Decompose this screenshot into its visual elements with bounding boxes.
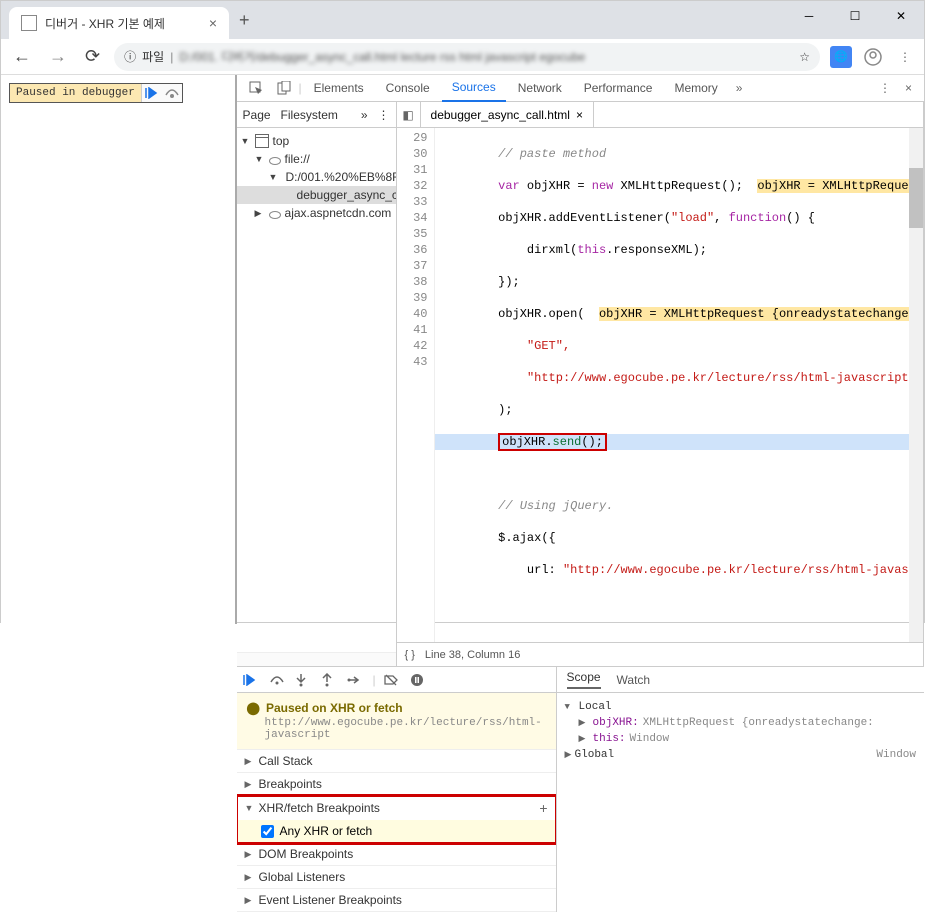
code-editor: ◧ debugger_async_call.html × 29303132333…: [397, 102, 924, 666]
tree-folder[interactable]: ▼D:/001.%20%EB%8F%: [237, 168, 396, 186]
callstack-section[interactable]: ▶Call Stack: [237, 750, 556, 772]
tab-console[interactable]: Console: [376, 75, 440, 101]
step-out-icon[interactable]: [321, 673, 339, 687]
tree-current-file[interactable]: debugger_async_ca: [237, 186, 396, 204]
scope-objxhr[interactable]: ▶objXHR: XMLHttpRequest {onreadystatecha…: [565, 715, 916, 731]
inspect-icon[interactable]: [243, 77, 269, 99]
more-tabs-icon[interactable]: »: [730, 77, 749, 99]
file-nav-icon[interactable]: ◧: [397, 102, 421, 127]
devtools-tabbar: | Elements Console Sources Network Perfo…: [237, 75, 924, 102]
debugger-toolbar: |: [237, 667, 556, 693]
page-tab[interactable]: Page: [243, 108, 271, 122]
step-over-button[interactable]: [162, 84, 182, 102]
tab-close-icon[interactable]: ×: [209, 15, 217, 31]
window-titlebar: 디버거 - XHR 기본 예제 × + ─ ☐ ✕: [1, 1, 924, 39]
tab-memory[interactable]: Memory: [664, 75, 727, 101]
step-icon[interactable]: [347, 674, 365, 686]
xhr-breakpoints-section: ▼XHR/fetch Breakpoints+ Any XHR or fetch: [237, 796, 556, 843]
file-close-icon[interactable]: ×: [576, 108, 583, 122]
code-scrollbar[interactable]: [909, 128, 923, 642]
debugger-sidebar: | ⬤Paused on XHR or fetch http://www.ego…: [237, 667, 557, 912]
open-file-tab[interactable]: debugger_async_call.html ×: [421, 102, 594, 127]
filesystem-tab[interactable]: Filesystem: [281, 108, 338, 122]
profile-icon[interactable]: [862, 46, 884, 68]
url-field[interactable]: ⓘ 파일 | D:/001. 디버거/debugger_async_call.h…: [114, 43, 820, 71]
page-icon: [21, 15, 37, 31]
tree-top[interactable]: ▼top: [237, 132, 396, 150]
paused-label: Paused in debugger: [10, 85, 141, 101]
step-over-icon[interactable]: [269, 674, 287, 686]
nav-menu-icon[interactable]: ⋮: [378, 108, 390, 122]
maximize-button[interactable]: ☐: [832, 1, 878, 31]
url-prefix: 파일: [142, 48, 164, 65]
tab-performance[interactable]: Performance: [574, 75, 663, 101]
pause-url: http://www.egocube.pe.kr/lecture/rss/htm…: [265, 717, 546, 741]
breakpoints-section[interactable]: ▶Breakpoints: [237, 773, 556, 795]
info-warn-icon: ⬤: [247, 701, 260, 715]
star-icon[interactable]: ☆: [799, 50, 810, 64]
tab-sources[interactable]: Sources: [442, 74, 506, 102]
tree-cdn[interactable]: ▶ajax.aspnetcdn.com: [237, 204, 396, 222]
new-tab-button[interactable]: +: [239, 10, 250, 31]
step-into-icon[interactable]: [295, 673, 313, 687]
cursor-position: Line 38, Column 16: [425, 649, 520, 661]
page-content: Paused in debugger: [1, 75, 236, 624]
devtools-panel: | Elements Console Sources Network Perfo…: [236, 75, 924, 624]
devtools-menu-icon[interactable]: ⋮: [873, 77, 897, 99]
devtools-close-icon[interactable]: ×: [899, 77, 918, 99]
minimize-button[interactable]: ─: [786, 1, 832, 31]
sources-sidebar: Page Filesystem » ⋮ ▼top ▼file:// ▼D:/00…: [237, 102, 397, 666]
global-listeners-section[interactable]: ▶Global Listeners: [237, 866, 556, 888]
url-text: D:/001. 디버거/debugger_async_call.html lec…: [179, 48, 793, 65]
window-controls: ─ ☐ ✕: [786, 1, 924, 31]
close-button[interactable]: ✕: [878, 1, 924, 31]
tab-elements[interactable]: Elements: [304, 75, 374, 101]
info-icon[interactable]: ⓘ: [124, 48, 136, 65]
scope-this[interactable]: ▶this: Window: [565, 731, 916, 747]
file-tree: ▼top ▼file:// ▼D:/001.%20%EB%8F% debugge…: [237, 128, 396, 652]
code-statusbar: { } Line 38, Column 16: [397, 642, 923, 666]
code-content[interactable]: // paste method var objXHR = new XMLHttp…: [435, 128, 923, 642]
deactivate-breakpoints-icon[interactable]: [384, 674, 402, 686]
open-file-name: debugger_async_call.html: [431, 108, 570, 122]
scope-global[interactable]: ▶GlobalWindow: [565, 747, 916, 763]
format-icon[interactable]: { }: [405, 649, 415, 661]
scope-local[interactable]: ▼Local: [565, 699, 916, 715]
any-xhr-label: Any XHR or fetch: [280, 824, 373, 838]
browser-tab[interactable]: 디버거 - XHR 기본 예제 ×: [9, 7, 229, 39]
tab-network[interactable]: Network: [508, 75, 572, 101]
forward-button[interactable]: →: [45, 46, 71, 67]
dom-breakpoints-section[interactable]: ▶DOM Breakpoints: [237, 843, 556, 865]
menu-icon[interactable]: ⋮: [894, 46, 916, 68]
resume-button[interactable]: [142, 84, 162, 102]
paused-debugger-overlay: Paused in debugger: [9, 83, 183, 103]
resume-icon[interactable]: [243, 674, 261, 686]
tab-title: 디버거 - XHR 기본 예제: [45, 15, 165, 32]
line-gutter: 293031323334353637383940414243: [397, 128, 435, 642]
tree-scheme[interactable]: ▼file://: [237, 150, 396, 168]
pause-exceptions-icon[interactable]: [410, 673, 428, 687]
any-xhr-checkbox[interactable]: [261, 825, 274, 838]
xhr-breakpoints-header[interactable]: ▼XHR/fetch Breakpoints+: [237, 796, 556, 820]
watch-tab[interactable]: Watch: [617, 673, 651, 687]
device-icon[interactable]: [271, 77, 297, 99]
pause-message: ⬤Paused on XHR or fetch http://www.egocu…: [237, 693, 556, 750]
more-nav-icon[interactable]: »: [361, 108, 368, 122]
add-xhr-breakpoint-icon[interactable]: +: [539, 800, 547, 816]
address-bar: ← → ⟳ ⓘ 파일 | D:/001. 디버거/debugger_async_…: [1, 39, 924, 75]
scope-tab[interactable]: Scope: [567, 670, 601, 689]
back-button[interactable]: ←: [9, 46, 35, 67]
sidebar-scroll[interactable]: [237, 652, 396, 666]
reload-button[interactable]: ⟳: [81, 46, 104, 67]
event-listener-section[interactable]: ▶Event Listener Breakpoints: [237, 889, 556, 911]
translate-icon[interactable]: 🌐: [830, 46, 852, 68]
scope-panel: Scope Watch ▼Local ▶objXHR: XMLHttpReque…: [557, 667, 924, 912]
